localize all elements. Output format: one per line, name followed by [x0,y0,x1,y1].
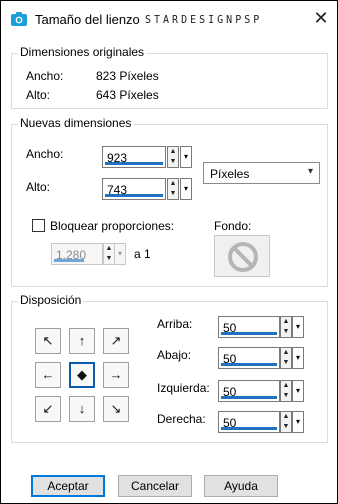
placement-top-right-button[interactable]: ↗ [103,328,129,354]
placement-bottom-left-button[interactable]: ↙ [35,396,61,422]
left-input[interactable]: 50 [218,380,280,402]
bottom-spinner[interactable]: 50 ▲ ▼ ▾ [218,347,304,369]
left-level-bar [221,396,277,399]
spin-down-icon[interactable]: ▼ [281,358,291,368]
fondo-label: Fondo: [214,219,252,233]
width-level-bar [105,162,163,165]
new-width-spinner[interactable]: 923 ▲ ▼ ▾ [102,146,192,168]
bottom-level-bar [221,363,277,366]
new-width-input[interactable]: 923 [102,146,166,168]
top-level-bar [221,332,277,335]
placement-grid: ↖ ↑ ↗ ← ◆ → ↙ ↓ ↘ [35,328,129,422]
new-width-label: Ancho: [26,147,64,161]
right-stepper[interactable]: ▲ ▼ [280,411,292,433]
unit-select[interactable]: Píxeles ▾ [203,162,320,184]
spin-up-icon[interactable]: ▲ [281,317,291,327]
left-stepper[interactable]: ▲ ▼ [280,380,292,402]
lock-proportions-checkbox[interactable] [32,219,45,232]
bottom-input[interactable]: 50 [218,347,280,369]
no-entry-icon [227,241,259,276]
placement-label: Disposición [18,293,84,307]
ok-button[interactable]: Aceptar [31,475,105,497]
right-spinner[interactable]: 50 ▲ ▼ ▾ [218,411,304,433]
new-height-label: Alto: [26,180,51,194]
placement-bottom-right-button[interactable]: ↘ [103,396,129,422]
spin-up-icon[interactable]: ▲ [281,381,291,391]
lock-proportions-label[interactable]: Bloquear proporciones: [50,219,174,233]
spin-down-icon[interactable]: ▼ [168,157,178,167]
new-height-input[interactable]: 743 [102,178,166,200]
spin-down-icon[interactable]: ▼ [168,189,178,199]
new-dimensions-label: Nuevas dimensiones [18,116,134,130]
spin-up-icon: ▲ [105,245,113,252]
new-dimensions-group: Nuevas dimensiones Ancho: 923 ▲ ▼ ▾ Alto… [11,116,328,287]
ratio-level-bar [54,259,84,262]
window-title: Tamaño del lienzo [35,12,140,27]
background-swatch[interactable] [214,235,270,277]
ratio-spinner: 1,280 ▲ ▼ ▾ [51,243,126,265]
bottom-label: Abajo: [157,348,192,362]
top-stepper[interactable]: ▲ ▼ [280,316,292,338]
spin-up-icon[interactable]: ▲ [168,147,178,157]
placement-left-button[interactable]: ← [35,362,61,388]
cancel-button[interactable]: Cancelar [118,475,192,497]
new-width-stepper[interactable]: ▲ ▼ [167,146,179,168]
original-width-value: 823 Píxeles [96,69,159,83]
title-bar[interactable]: Tamaño del lienzo STARDESIGNPSP ✕ [1,1,337,37]
original-dimensions-group: Dimensiones originales Ancho: 823 Píxele… [11,45,328,109]
left-label: Izquierda: [157,381,210,395]
placement-top-left-button[interactable]: ↖ [35,328,61,354]
spin-down-icon[interactable]: ▼ [281,391,291,401]
placement-bottom-button[interactable]: ↓ [69,396,95,422]
original-height-label: Alto: [26,88,51,102]
placement-group: Disposición ↖ ↑ ↗ ← ◆ → ↙ ↓ ↘ Arriba: Abajo: Izq… [11,293,328,443]
placement-center-button[interactable]: ◆ [69,362,95,388]
top-input[interactable]: 50 [218,316,280,338]
height-level-bar [105,194,163,197]
close-icon: ✕ [313,8,329,28]
chevron-down-icon: ▾ [307,166,313,177]
top-spinner[interactable]: 50 ▲ ▼ ▾ [218,316,304,338]
spin-up-icon[interactable]: ▲ [281,412,291,422]
top-dropdown[interactable]: ▾ [292,316,304,338]
placement-right-button[interactable]: → [103,362,129,388]
camera-icon [11,12,27,26]
original-height-value: 643 Píxeles [96,88,159,102]
new-height-spinner[interactable]: 743 ▲ ▼ ▾ [102,178,192,200]
spin-up-icon[interactable]: ▲ [168,179,178,189]
spin-down-icon: ▼ [105,255,113,262]
close-button[interactable]: ✕ [307,4,335,32]
placement-top-button[interactable]: ↑ [69,328,95,354]
new-height-stepper[interactable]: ▲ ▼ [167,178,179,200]
bottom-dropdown[interactable]: ▾ [292,347,304,369]
ratio-suffix: a 1 [134,247,151,261]
canvas-size-dialog: Tamaño del lienzo STARDESIGNPSP ✕ Dimens… [1,1,337,503]
left-dropdown[interactable]: ▾ [292,380,304,402]
ratio-input: 1,280 [51,243,103,265]
original-dimensions-label: Dimensiones originales [18,45,147,59]
spin-down-icon[interactable]: ▼ [281,327,291,337]
right-input[interactable]: 50 [218,411,280,433]
left-spinner[interactable]: 50 ▲ ▼ ▾ [218,380,304,402]
spin-up-icon[interactable]: ▲ [281,348,291,358]
right-level-bar [221,427,277,430]
original-width-label: Ancho: [26,69,64,83]
ratio-dropdown: ▾ [114,243,126,265]
new-width-dropdown[interactable]: ▾ [180,146,192,168]
watermark-text: STARDESIGNPSP [145,14,263,27]
new-height-dropdown[interactable]: ▾ [180,178,192,200]
help-button[interactable]: Ayuda [204,475,278,497]
right-dropdown[interactable]: ▾ [292,411,304,433]
bottom-stepper[interactable]: ▲ ▼ [280,347,292,369]
spin-down-icon[interactable]: ▼ [281,422,291,432]
top-label: Arriba: [157,317,193,331]
right-label: Derecha: [157,412,206,426]
